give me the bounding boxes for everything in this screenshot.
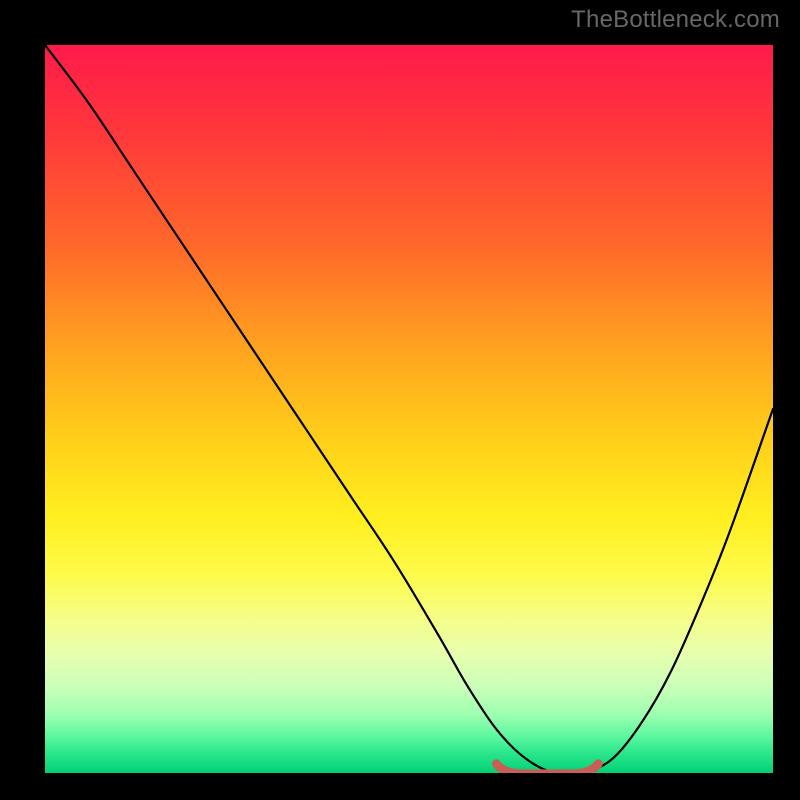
plot-area <box>45 45 773 773</box>
watermark-text: TheBottleneck.com <box>571 6 780 34</box>
chart-frame: TheBottleneck.com <box>0 0 800 800</box>
optimal-marker <box>45 45 773 773</box>
